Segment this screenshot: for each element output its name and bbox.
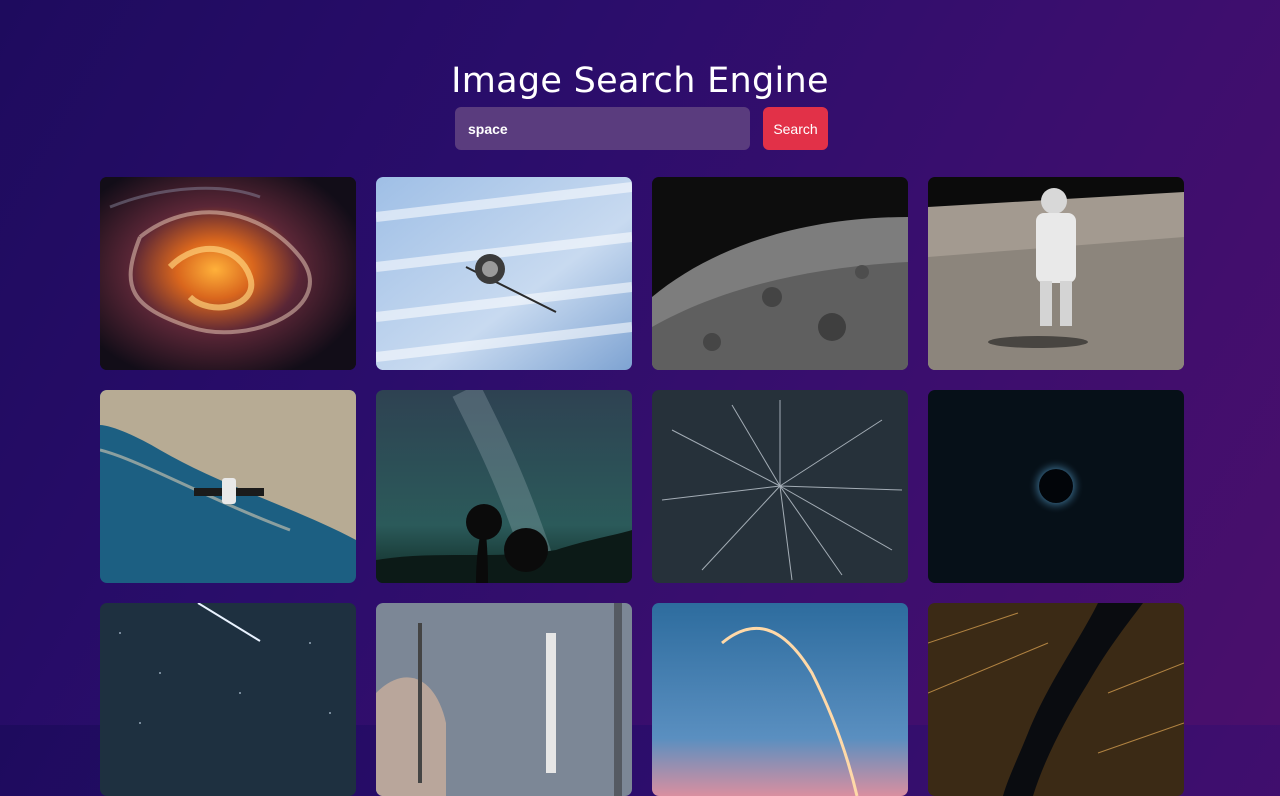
result-image-satellite[interactable] — [376, 177, 632, 370]
page-title: Image Search Engine — [451, 61, 829, 102]
search-button[interactable]: Search — [763, 107, 828, 150]
result-image-meteor[interactable] — [100, 603, 356, 796]
search-input[interactable] — [455, 107, 750, 150]
result-image-rocket-launch-arc[interactable] — [652, 603, 908, 796]
search-form: Search — [455, 107, 828, 150]
result-image-nebula[interactable] — [100, 177, 356, 370]
result-image-astronaut[interactable] — [928, 177, 1184, 370]
result-image-spacecraft-coast[interactable] — [100, 390, 356, 583]
result-image-rocket-launchpad[interactable] — [376, 603, 632, 796]
result-image-star-trails[interactable] — [652, 390, 908, 583]
result-image-city-lights[interactable] — [928, 603, 1184, 796]
result-image-eclipse[interactable] — [928, 390, 1184, 583]
result-image-moon[interactable] — [652, 177, 908, 370]
result-image-milky-way[interactable] — [376, 390, 632, 583]
